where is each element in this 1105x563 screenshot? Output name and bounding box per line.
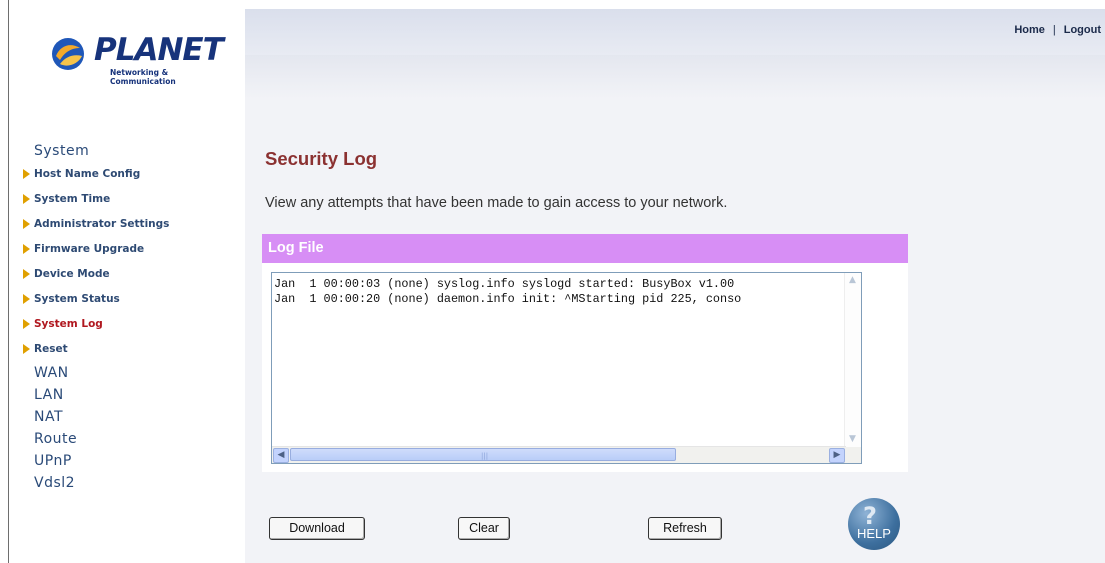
sidebar-item-label: Device Mode	[34, 268, 110, 280]
planet-logo[interactable]: PLANET Networking & Communication	[44, 24, 224, 86]
brand-tagline: Networking & Communication	[110, 68, 176, 86]
left-edge-divider	[8, 0, 9, 563]
sidebar-item-device-mode[interactable]: Device Mode	[18, 262, 169, 287]
sidebar-category-upnp[interactable]: UPnP	[18, 450, 169, 472]
scrollbar-thumb[interactable]: |||	[290, 448, 676, 461]
sidebar-item-firmware-upgrade[interactable]: Firmware Upgrade	[18, 237, 169, 262]
log-line: Jan 1 00:00:20 (none) daemon.info init: …	[274, 292, 742, 306]
vertical-scrollbar[interactable]: ▲ ▼	[844, 273, 861, 447]
sidebar-item-reset[interactable]: Reset	[18, 337, 169, 362]
download-button[interactable]: Download	[269, 517, 365, 540]
arrow-right-icon	[23, 269, 30, 279]
scroll-down-icon[interactable]: ▼	[846, 433, 859, 446]
sidebar-item-system-time[interactable]: System Time	[18, 187, 169, 212]
scroll-left-icon[interactable]: ◀	[273, 448, 289, 463]
arrow-right-icon	[23, 319, 30, 329]
sidebar-category-vdsl2[interactable]: Vdsl2	[18, 472, 169, 494]
sidebar-item-administrator-settings[interactable]: Administrator Settings	[18, 212, 169, 237]
brand-name: PLANET	[94, 32, 224, 68]
scrollbar-corner	[845, 447, 861, 463]
sidebar-item-system-status[interactable]: System Status	[18, 287, 169, 312]
sidebar-item-label: Reset	[34, 343, 68, 355]
log-file-header: Log File	[262, 234, 908, 263]
top-bar: Home | Logout	[245, 9, 1105, 55]
sidebar-menu: System Host Name Config System Time Admi…	[18, 140, 169, 494]
sidebar-category-system[interactable]: System	[18, 140, 169, 162]
arrow-right-icon	[23, 294, 30, 304]
sidebar-item-host-name-config[interactable]: Host Name Config	[18, 162, 169, 187]
scroll-up-icon[interactable]: ▲	[846, 274, 859, 287]
help-button[interactable]: ? HELP	[848, 498, 900, 550]
sidebar-item-label: Administrator Settings	[34, 218, 170, 230]
arrow-right-icon	[23, 244, 30, 254]
sidebar-item-label: Firmware Upgrade	[34, 243, 145, 255]
log-textarea[interactable]: Jan 1 00:00:03 (none) syslog.info syslog…	[271, 272, 862, 464]
content-pane: Home | Logout Security Log View any attemp…	[245, 9, 1105, 563]
arrow-right-icon	[23, 194, 30, 204]
help-label: HELP	[857, 526, 891, 541]
log-file-panel: Log File Jan 1 00:00:03 (none) syslog.in…	[262, 234, 908, 472]
page-description: View any attempts that have been made to…	[265, 195, 728, 211]
refresh-button[interactable]: Refresh	[648, 517, 722, 540]
arrow-right-icon	[23, 219, 30, 229]
sidebar-category-nat[interactable]: NAT	[18, 406, 169, 428]
grip-icon: |||	[481, 452, 489, 460]
horizontal-scrollbar[interactable]: ◀ ||| ▶	[272, 446, 846, 463]
logout-link[interactable]: Logout	[1064, 24, 1101, 36]
header-band	[245, 55, 1105, 99]
sidebar-item-label: System Status	[34, 293, 120, 305]
sidebar-item-label: System Log	[34, 318, 103, 330]
clear-button[interactable]: Clear	[458, 517, 510, 540]
top-links: Home | Logout	[1014, 24, 1101, 36]
sidebar-category-lan[interactable]: LAN	[18, 384, 169, 406]
sidebar-item-label: System Time	[34, 193, 111, 205]
arrow-right-icon	[23, 344, 30, 354]
sidebar-category-wan[interactable]: WAN	[18, 362, 169, 384]
sidebar-item-label: Host Name Config	[34, 168, 141, 180]
arrow-right-icon	[23, 169, 30, 179]
sidebar-category-route[interactable]: Route	[18, 428, 169, 450]
scroll-right-icon[interactable]: ▶	[829, 448, 845, 463]
globe-icon	[52, 38, 84, 70]
log-text: Jan 1 00:00:03 (none) syslog.info syslog…	[274, 277, 844, 447]
page-title: Security Log	[265, 148, 378, 169]
log-line: Jan 1 00:00:03 (none) syslog.info syslog…	[274, 277, 735, 291]
home-link[interactable]: Home	[1014, 24, 1045, 36]
link-separator: |	[1052, 24, 1056, 36]
sidebar-item-system-log[interactable]: System Log	[18, 312, 169, 337]
